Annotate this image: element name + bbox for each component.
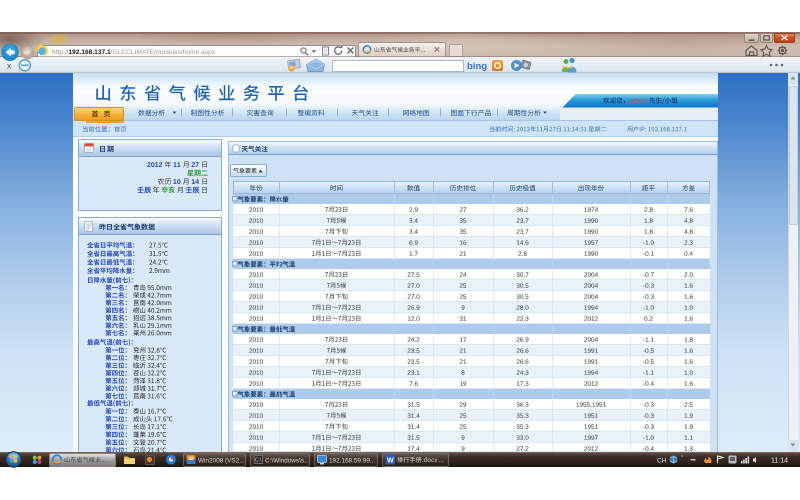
svg-text:11:14: 11:14 xyxy=(771,458,788,465)
svg-text:bing: bing xyxy=(467,61,487,72)
svg-text:°: ° xyxy=(681,455,683,461)
svg-text:C:\: C:\ xyxy=(255,458,262,464)
svg-text:http://192.168.137.1/GLCCLIMAT: http://192.168.137.1/GLCCLIMATE/modules/… xyxy=(52,49,216,56)
svg-text:192.168.59.99...: 192.168.59.99... xyxy=(329,457,375,464)
svg-text:C:\Windows\s...: C:\Windows\s... xyxy=(265,457,310,464)
svg-text:CH: CH xyxy=(657,457,667,464)
svg-text:W: W xyxy=(387,458,394,465)
svg-text:Win2008 (VS2...: Win2008 (VS2... xyxy=(198,457,245,464)
svg-text:x: x xyxy=(7,61,12,71)
